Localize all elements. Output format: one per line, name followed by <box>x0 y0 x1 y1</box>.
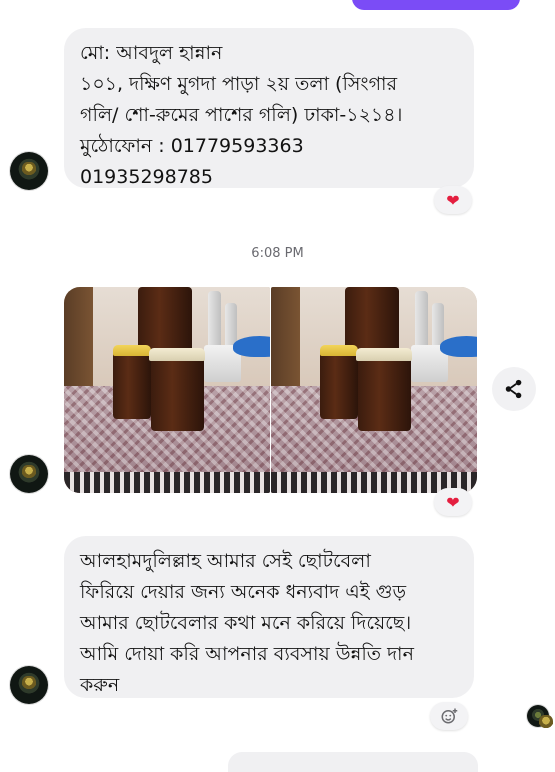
message-line: গলি/ শো-রুমের পাশের গলি) ঢাকা-১২১৪। <box>80 104 403 126</box>
photo-attachment[interactable] <box>271 287 477 493</box>
add-reaction-button[interactable] <box>430 702 468 730</box>
photo-attachment[interactable] <box>64 287 270 493</box>
message-line: মুঠোফোন : 01779593363 <box>80 135 304 157</box>
message-line: ফিরিয়ে দেয়ার জন্য অনেক ধন্যবাদ এই গুড় <box>80 581 407 603</box>
sender-avatar[interactable] <box>10 666 48 704</box>
share-button[interactable] <box>492 367 536 411</box>
message-line: আলহামদুলিল্লাহ আমার সেই ছোটবেলা <box>80 550 371 572</box>
heart-reaction[interactable]: ❤ <box>434 488 472 516</box>
add-reaction-icon <box>441 708 458 724</box>
message-line: আমার ছোটবেলার কথা মনে করিয়ে দিয়েছে। <box>80 612 412 634</box>
heart-icon: ❤ <box>446 190 460 210</box>
message-bubble-address[interactable]: মো: আবদুল হান্নান ১০১, দক্ষিণ মুগদা পাড়… <box>64 28 474 188</box>
heart-icon: ❤ <box>446 492 460 512</box>
heart-reaction[interactable]: ❤ <box>434 186 472 214</box>
message-line: আমি দোয়া করি আপনার ব্যবসায় উন্নতি দান <box>80 643 414 665</box>
seen-receipt-avatar <box>527 705 553 731</box>
message-bubble-thanks[interactable]: আলহামদুলিল্লাহ আমার সেই ছোটবেলা ফিরিয়ে … <box>64 536 474 698</box>
message-timestamp: 6:08 PM <box>251 246 304 261</box>
message-line: 01935298785 <box>80 166 213 188</box>
sent-message-bubble-partial[interactable] <box>352 0 520 10</box>
share-icon <box>505 379 522 399</box>
message-line: করুন <box>80 674 120 696</box>
next-message-bubble-partial <box>228 752 478 772</box>
sender-avatar[interactable] <box>10 152 48 190</box>
message-line: মো: আবদুল হান্নান <box>80 42 223 64</box>
message-line: ১০১, দক্ষিণ মুগদা পাড়া ২য় তলা (সিংগার <box>80 73 398 95</box>
sender-avatar[interactable] <box>10 455 48 493</box>
